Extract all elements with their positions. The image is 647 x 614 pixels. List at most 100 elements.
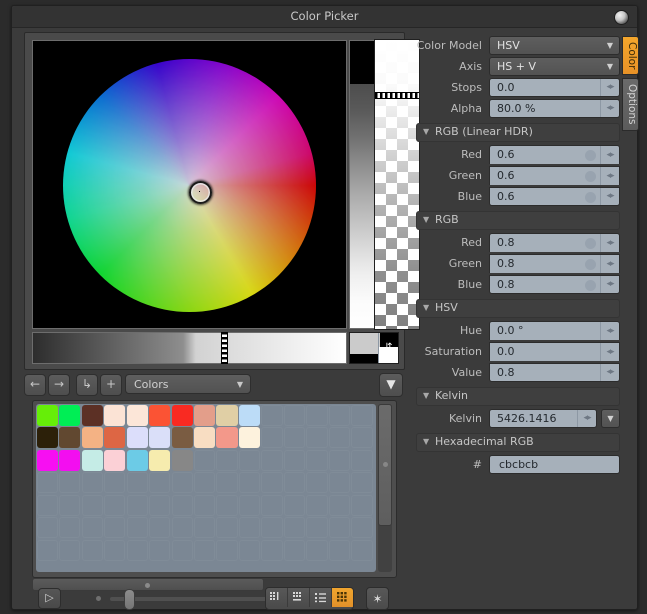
empty-swatch-slot[interactable] — [36, 517, 58, 539]
reset-dot-icon[interactable] — [585, 238, 596, 249]
empty-swatch-slot[interactable] — [328, 472, 351, 494]
gear-icon[interactable]: ✶ — [366, 587, 389, 610]
tab-color[interactable]: Color — [622, 36, 639, 76]
alpha-slider-strip[interactable] — [374, 39, 420, 330]
section-hexadecimal-rgb[interactable]: ▼ Hexadecimal RGB — [416, 433, 620, 452]
empty-swatch-slot[interactable] — [283, 517, 306, 539]
sphere-icon[interactable] — [614, 10, 629, 25]
empty-swatch-slot[interactable] — [283, 427, 306, 449]
empty-swatch-slot[interactable] — [193, 517, 216, 539]
empty-swatch-slot[interactable] — [261, 472, 283, 494]
color-swatch[interactable] — [104, 449, 126, 471]
color-swatch[interactable] — [81, 449, 103, 471]
empty-swatch-slot[interactable] — [306, 539, 328, 561]
tab-options[interactable]: Options — [622, 78, 639, 131]
hdr-blue-input[interactable]: 0.6 ◂▸ — [489, 187, 620, 206]
empty-swatch-slot[interactable] — [171, 539, 193, 561]
axis-select[interactable]: HS + V ▼ — [489, 57, 620, 76]
saturation-input[interactable]: 0.0 ◂▸ — [489, 342, 620, 361]
hex-input[interactable]: cbcbcb — [489, 455, 620, 474]
color-swatch[interactable] — [171, 449, 193, 471]
color-model-select[interactable]: HSV ▼ — [489, 36, 620, 55]
stepper-arrows-icon[interactable]: ◂▸ — [600, 146, 619, 164]
color-swatch[interactable] — [59, 404, 81, 426]
empty-swatch-slot[interactable] — [351, 404, 373, 426]
grid-view-icon[interactable] — [332, 588, 353, 607]
empty-swatch-slot[interactable] — [351, 539, 373, 561]
empty-swatch-slot[interactable] — [306, 472, 328, 494]
empty-swatch-slot[interactable] — [351, 427, 373, 449]
empty-swatch-slot[interactable] — [306, 449, 328, 471]
color-swatch[interactable] — [126, 449, 148, 471]
empty-swatch-slot[interactable] — [238, 539, 261, 561]
empty-swatch-slot[interactable] — [36, 539, 58, 561]
list-view-icon[interactable] — [288, 588, 310, 607]
empty-swatch-slot[interactable] — [149, 494, 171, 516]
empty-swatch-slot[interactable] — [36, 494, 58, 516]
empty-swatch-slot[interactable] — [328, 517, 351, 539]
panel-toggle-icon[interactable]: ▷ — [38, 588, 61, 609]
empty-swatch-slot[interactable] — [351, 517, 373, 539]
filter-icon[interactable]: ▼ — [379, 373, 403, 397]
empty-swatch-slot[interactable] — [59, 517, 81, 539]
empty-swatch-slot[interactable] — [171, 517, 193, 539]
color-swatch[interactable] — [59, 449, 81, 471]
empty-swatch-slot[interactable] — [193, 472, 216, 494]
section-rgb[interactable]: ▼ RGB — [416, 211, 620, 230]
kelvin-preset-select[interactable]: ▼ — [601, 409, 620, 428]
empty-swatch-slot[interactable] — [216, 539, 238, 561]
empty-swatch-slot[interactable] — [126, 472, 148, 494]
empty-swatch-slot[interactable] — [59, 539, 81, 561]
hue-input[interactable]: 0.0 ° ◂▸ — [489, 321, 620, 340]
reset-dot-icon[interactable] — [585, 280, 596, 291]
alpha-input[interactable]: 80.0 % ◂▸ — [489, 99, 620, 118]
empty-swatch-slot[interactable] — [328, 449, 351, 471]
color-swatch[interactable] — [216, 404, 238, 426]
empty-swatch-slot[interactable] — [104, 494, 126, 516]
grid-vertical-scrollbar[interactable] — [378, 404, 392, 572]
empty-swatch-slot[interactable] — [261, 404, 283, 426]
empty-swatch-slot[interactable] — [328, 494, 351, 516]
empty-swatch-slot[interactable] — [81, 472, 103, 494]
color-swatch[interactable] — [149, 404, 171, 426]
empty-swatch-slot[interactable] — [126, 539, 148, 561]
slider-track[interactable] — [110, 597, 288, 601]
reset-dot-icon[interactable] — [585, 259, 596, 270]
empty-swatch-slot[interactable] — [193, 539, 216, 561]
empty-swatch-slot[interactable] — [149, 472, 171, 494]
empty-swatch-slot[interactable] — [81, 539, 103, 561]
empty-swatch-slot[interactable] — [306, 517, 328, 539]
empty-swatch-slot[interactable] — [171, 472, 193, 494]
rgb-green-input[interactable]: 0.8 ◂▸ — [489, 254, 620, 273]
color-swatch[interactable] — [238, 404, 261, 426]
hdr-green-input[interactable]: 0.6 ◂▸ — [489, 166, 620, 185]
color-swatch[interactable] — [81, 427, 103, 449]
empty-swatch-slot[interactable] — [149, 517, 171, 539]
stepper-arrows-icon[interactable]: ◂▸ — [600, 343, 619, 361]
color-swatch[interactable] — [238, 427, 261, 449]
color-swatch[interactable] — [104, 404, 126, 426]
empty-swatch-slot[interactable] — [351, 494, 373, 516]
empty-swatch-slot[interactable] — [306, 404, 328, 426]
color-swatch[interactable] — [126, 404, 148, 426]
section-hsv[interactable]: ▼ HSV — [416, 299, 620, 318]
empty-swatch-slot[interactable] — [351, 449, 373, 471]
empty-swatch-slot[interactable] — [283, 494, 306, 516]
empty-swatch-slot[interactable] — [126, 517, 148, 539]
empty-swatch-slot[interactable] — [328, 539, 351, 561]
back-arrow-icon[interactable]: ← — [24, 374, 46, 396]
empty-swatch-slot[interactable] — [283, 449, 306, 471]
empty-swatch-slot[interactable] — [104, 539, 126, 561]
color-swatch[interactable] — [81, 404, 103, 426]
color-swatch[interactable] — [36, 427, 58, 449]
color-wheel-cursor[interactable] — [189, 180, 213, 204]
stepper-arrows-icon[interactable]: ◂▸ — [600, 188, 619, 205]
empty-swatch-slot[interactable] — [59, 494, 81, 516]
current-color-preview[interactable]: ⇵ — [349, 332, 399, 364]
empty-swatch-slot[interactable] — [238, 449, 261, 471]
stops-input[interactable]: 0.0 ◂▸ — [489, 78, 620, 97]
empty-swatch-slot[interactable] — [328, 427, 351, 449]
color-swatch[interactable] — [126, 427, 148, 449]
color-swatch[interactable] — [59, 427, 81, 449]
empty-swatch-slot[interactable] — [216, 494, 238, 516]
